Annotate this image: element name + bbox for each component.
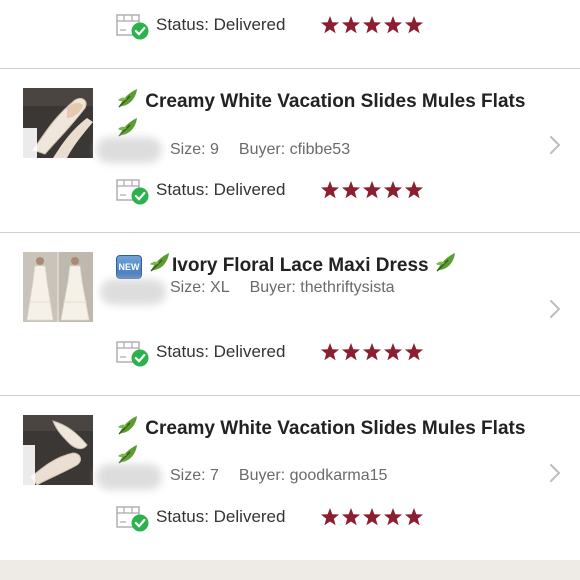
leaf-icon — [118, 89, 137, 108]
item-size: Size: 7 — [170, 467, 219, 484]
item-meta: Size: 9 Buyer: cfibbe53 — [170, 141, 350, 159]
chevron-right-icon[interactable] — [548, 298, 562, 320]
redacted-avatar — [96, 137, 162, 163]
star-icon — [362, 508, 382, 526]
star-icon — [383, 508, 403, 526]
star-icon — [320, 343, 340, 361]
buyer-name: Buyer: cfibbe53 — [238, 141, 351, 158]
star-icon — [362, 343, 382, 361]
new-badge-icon: NEW — [116, 255, 142, 279]
star-icon — [404, 343, 424, 361]
star-rating — [320, 508, 424, 526]
star-icon — [404, 16, 424, 34]
star-icon — [320, 508, 340, 526]
item-meta: Size: XL Buyer: thethriftysista — [170, 279, 395, 297]
star-icon — [362, 181, 382, 199]
star-rating — [320, 181, 424, 199]
order-status: Status: Delivered — [156, 15, 286, 34]
sold-item-row[interactable]: Creamy White Vacation Slides Mules Flats… — [0, 69, 580, 232]
order-status: Status: Delivered — [156, 342, 286, 361]
star-icon — [404, 508, 424, 526]
item-thumbnail-slides — [23, 415, 93, 485]
item-thumbnail-dress — [23, 252, 93, 322]
delivered-box-icon — [116, 179, 149, 205]
star-icon — [320, 16, 340, 34]
star-rating — [320, 343, 424, 361]
leaf-icon — [118, 445, 137, 464]
leaf-icon — [118, 118, 137, 137]
star-rating — [320, 16, 424, 34]
item-meta: Size: 7 Buyer: goodkarma15 — [170, 467, 387, 485]
leaf-icon — [150, 253, 169, 272]
item-size: Size: XL — [170, 279, 230, 296]
chevron-right-icon[interactable] — [548, 134, 562, 156]
star-icon — [341, 343, 361, 361]
sold-item-row-partial[interactable]: Status: Delivered — [0, 0, 580, 68]
item-title[interactable]: NEW Ivory Floral Lace Maxi Dress — [116, 250, 556, 279]
sold-item-row[interactable]: Creamy White Vacation Slides Mules Flats… — [0, 396, 580, 560]
redacted-avatar — [100, 279, 166, 305]
chevron-right-icon[interactable] — [548, 462, 562, 484]
buyer-name: Buyer: thethriftysista — [249, 279, 395, 296]
star-icon — [383, 181, 403, 199]
order-status: Status: Delivered — [156, 507, 286, 526]
star-icon — [383, 343, 403, 361]
order-status: Status: Delivered — [156, 180, 286, 199]
star-icon — [362, 16, 382, 34]
leaf-icon — [435, 253, 455, 272]
item-title[interactable]: Creamy White Vacation Slides Mules Flats — [116, 413, 556, 471]
sold-item-row[interactable]: NEW Ivory Floral Lace Maxi Dress Size: XL… — [0, 233, 580, 395]
star-icon — [341, 181, 361, 199]
redacted-avatar — [96, 464, 162, 490]
delivered-box-icon — [116, 14, 149, 40]
leaf-icon — [118, 416, 137, 435]
item-thumbnail-slides — [23, 88, 93, 158]
star-icon — [341, 16, 361, 34]
star-icon — [404, 181, 424, 199]
item-size: Size: 9 — [170, 141, 219, 158]
buyer-name: Buyer: goodkarma15 — [238, 467, 388, 484]
star-icon — [320, 181, 340, 199]
item-title[interactable]: Creamy White Vacation Slides Mules Flats — [116, 86, 556, 144]
delivered-box-icon — [116, 506, 149, 532]
delivered-box-icon — [116, 341, 149, 367]
star-icon — [341, 508, 361, 526]
star-icon — [383, 16, 403, 34]
list-footer — [0, 560, 580, 580]
